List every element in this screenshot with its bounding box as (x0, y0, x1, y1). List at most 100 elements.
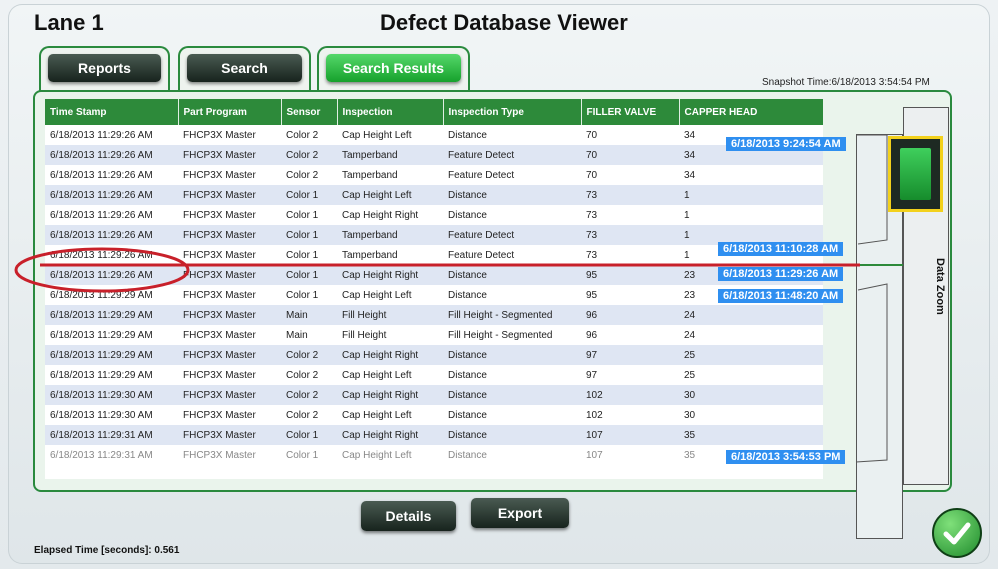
timeline-label-range-end: 6/18/2013 11:48:20 AM (718, 289, 844, 303)
table-row[interactable]: 6/18/2013 11:29:26 AM FHCP3X Master Color … (45, 185, 823, 205)
table-row[interactable]: 6/18/2013 11:29:26 AM FHCP3X Master Color … (45, 245, 823, 265)
cell-part-program: FHCP3X Master (178, 405, 281, 425)
details-button[interactable]: Details (361, 501, 456, 531)
cell-time-stamp: 6/18/2013 11:29:26 AM (45, 225, 178, 245)
data-zoom-label: Data Zoom (934, 258, 946, 315)
cell-filler-valve: 102 (581, 385, 679, 405)
col-filler-valve[interactable]: FILLER VALVE (581, 99, 680, 125)
cell-inspection-type: Fill Height - Segmented (443, 325, 581, 345)
cell-inspection-type: Feature Detect (443, 245, 581, 265)
tab-search[interactable]: Search (178, 46, 311, 92)
cell-part-program: FHCP3X Master (178, 245, 281, 265)
cell-inspection-type: Feature Detect (443, 145, 581, 165)
ok-button[interactable] (932, 508, 982, 558)
table-row[interactable]: 6/18/2013 11:29:30 AM FHCP3X Master Color … (45, 385, 823, 405)
cell-filler-valve: 73 (581, 185, 679, 205)
cell-time-stamp: 6/18/2013 11:29:26 AM (45, 145, 178, 165)
cell-capper-head: 25 (679, 345, 823, 365)
table-row[interactable]: 6/18/2013 11:29:31 AM FHCP3X Master Color … (45, 425, 823, 445)
cell-time-stamp: 6/18/2013 11:29:26 AM (45, 245, 178, 265)
cell-sensor: Color 1 (281, 185, 337, 205)
cell-filler-valve: 73 (581, 245, 679, 265)
col-sensor[interactable]: Sensor (281, 99, 338, 125)
cell-capper-head: 24 (679, 325, 823, 345)
table-row[interactable]: 6/18/2013 11:29:29 AM FHCP3X Master Color … (45, 365, 823, 385)
table-row[interactable]: 6/18/2013 11:29:29 AM FHCP3X Master Main Fi… (45, 325, 823, 345)
cell-capper-head: 25 (679, 365, 823, 385)
cell-part-program: FHCP3X Master (178, 225, 281, 245)
cell-part-program: FHCP3X Master (178, 125, 281, 145)
zoom-handle[interactable] (888, 136, 943, 212)
cell-inspection: Cap Height Left (337, 185, 443, 205)
cell-filler-valve: 96 (581, 325, 679, 345)
tab-search-results[interactable]: Search Results (317, 46, 470, 92)
cell-time-stamp: 6/18/2013 11:29:29 AM (45, 305, 178, 325)
col-time-stamp[interactable]: Time Stamp (45, 99, 179, 125)
cell-part-program: FHCP3X Master (178, 265, 281, 285)
cell-sensor: Color 1 (281, 425, 337, 445)
cell-part-program: FHCP3X Master (178, 345, 281, 365)
cell-inspection-type: Distance (443, 345, 581, 365)
cell-time-stamp: 6/18/2013 11:29:29 AM (45, 285, 178, 305)
cell-inspection: Cap Height Right (337, 385, 443, 405)
cell-part-program: FHCP3X Master (178, 165, 281, 185)
col-inspection[interactable]: Inspection (337, 99, 444, 125)
table-row[interactable]: 6/18/2013 11:29:26 AM FHCP3X Master Color … (45, 225, 823, 245)
timeline-label-start: 6/18/2013 9:24:54 AM (726, 137, 846, 151)
cell-inspection-type: Distance (443, 405, 581, 425)
table-row[interactable]: 6/18/2013 11:29:26 AM FHCP3X Master Color … (45, 165, 823, 185)
table-row[interactable]: 6/18/2013 11:29:30 AM FHCP3X Master Color … (45, 405, 823, 425)
cell-inspection: Cap Height Left (337, 365, 443, 385)
cell-inspection: Fill Height (337, 325, 443, 345)
cell-time-stamp: 6/18/2013 11:29:26 AM (45, 265, 178, 285)
snapshot-time: Snapshot Time:6/18/2013 3:54:54 PM (762, 77, 930, 88)
table-row[interactable]: 6/18/2013 11:29:29 AM FHCP3X Master Main Fi… (45, 305, 823, 325)
cell-inspection: Cap Height Right (337, 205, 443, 225)
table-row[interactable]: 6/18/2013 11:29:26 AM FHCP3X Master Color … (45, 125, 823, 145)
cell-part-program: FHCP3X Master (178, 145, 281, 165)
table-row[interactable]: 6/18/2013 11:29:29 AM FHCP3X Master Color … (45, 285, 823, 305)
cell-filler-valve: 96 (581, 305, 679, 325)
cell-inspection: Cap Height Right (337, 425, 443, 445)
col-part-program[interactable]: Part Program (178, 99, 282, 125)
cell-inspection-type: Distance (443, 125, 581, 145)
export-button[interactable]: Export (471, 498, 569, 528)
tab-reports[interactable]: Reports (39, 46, 170, 92)
cell-time-stamp: 6/18/2013 11:29:29 AM (45, 365, 178, 385)
cell-inspection-type: Feature Detect (443, 225, 581, 245)
cell-filler-valve: 95 (581, 265, 679, 285)
cell-inspection-type: Distance (443, 445, 581, 465)
cell-inspection: Cap Height Right (337, 345, 443, 365)
cell-inspection-type: Distance (443, 265, 581, 285)
results-table[interactable]: Time Stamp Part Program Sensor Inspectio… (45, 99, 823, 479)
col-capper-head[interactable]: CAPPER HEAD (679, 99, 823, 125)
cell-inspection: Tamperband (337, 225, 443, 245)
cell-capper-head: 34 (679, 165, 823, 185)
cell-time-stamp: 6/18/2013 11:29:26 AM (45, 125, 178, 145)
cell-capper-head: 1 (679, 205, 823, 225)
cell-filler-valve: 70 (581, 145, 679, 165)
cell-inspection: Cap Height Left (337, 445, 443, 465)
cell-sensor: Color 2 (281, 405, 337, 425)
table-row[interactable]: 6/18/2013 11:29:26 AM FHCP3X Master Color … (45, 205, 823, 225)
timeline-label-end: 6/18/2013 3:54:53 PM (726, 450, 846, 464)
cell-filler-valve: 97 (581, 365, 679, 385)
table-row[interactable]: 6/18/2013 11:29:31 AM FHCP3X Master Color … (45, 445, 823, 465)
table-row[interactable]: 6/18/2013 11:29:26 AM FHCP3X Master Color … (45, 145, 823, 165)
cell-part-program: FHCP3X Master (178, 445, 281, 465)
cell-part-program: FHCP3X Master (178, 205, 281, 225)
table-row[interactable]: 6/18/2013 11:29:29 AM FHCP3X Master Color … (45, 345, 823, 365)
cell-part-program: FHCP3X Master (178, 185, 281, 205)
cell-capper-head: 35 (679, 425, 823, 445)
tab-search-results-label: Search Results (326, 54, 461, 82)
cell-time-stamp: 6/18/2013 11:29:30 AM (45, 405, 178, 425)
col-inspection-type[interactable]: Inspection Type (443, 99, 582, 125)
table-row[interactable]: 6/18/2013 11:29:26 AM FHCP3X Master Color … (45, 265, 823, 285)
cell-sensor: Color 1 (281, 445, 337, 465)
cell-time-stamp: 6/18/2013 11:29:26 AM (45, 165, 178, 185)
cell-filler-valve: 107 (581, 425, 679, 445)
cell-inspection: Fill Height (337, 305, 443, 325)
cell-filler-valve: 73 (581, 225, 679, 245)
cell-time-stamp: 6/18/2013 11:29:29 AM (45, 325, 178, 345)
cell-time-stamp: 6/18/2013 11:29:30 AM (45, 385, 178, 405)
